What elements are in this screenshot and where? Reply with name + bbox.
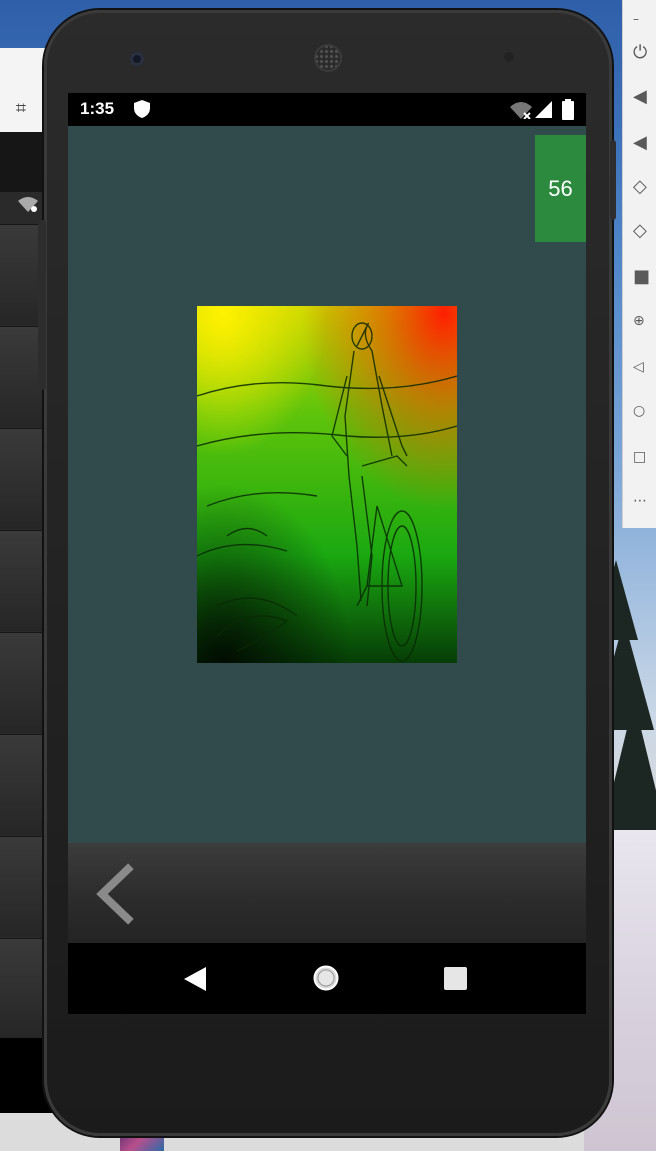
counter-value: 56 — [548, 175, 573, 201]
volume-down-icon[interactable]: ◀ — [633, 130, 656, 156]
rotate-right-icon[interactable]: ◇ — [633, 218, 656, 244]
overview-icon[interactable]: □ — [633, 444, 656, 470]
crop-icon[interactable]: ⌗ — [10, 98, 32, 120]
chevron-left-icon[interactable] — [90, 863, 138, 925]
power-icon[interactable]: ⏻ — [633, 40, 656, 66]
signal-icon — [535, 101, 552, 118]
rotate-left-icon[interactable]: ◇ — [633, 174, 656, 200]
status-time: 1:35 — [80, 99, 115, 118]
phone-power-button — [610, 140, 616, 220]
phone-sensor — [504, 52, 514, 62]
phone-speaker — [314, 44, 342, 72]
cyclist-artwork-image[interactable] — [197, 306, 457, 663]
wifi-off-icon — [18, 196, 38, 216]
bottom-toolbar — [68, 843, 586, 943]
home-icon[interactable]: ○ — [633, 398, 656, 424]
zoom-icon[interactable]: ⊕ — [633, 308, 656, 334]
navigation-bar — [68, 943, 586, 1014]
battery-icon — [562, 99, 574, 120]
phone-screen: 1:35 56 — [68, 93, 586, 1014]
nav-back-icon[interactable] — [184, 967, 208, 991]
camera-icon[interactable]: ■ — [633, 264, 656, 290]
front-camera — [130, 52, 144, 66]
minimize-icon[interactable]: – — [633, 6, 656, 32]
phone-side-button — [38, 220, 46, 390]
back-icon[interactable]: ◁ — [633, 354, 656, 380]
shield-icon — [134, 100, 150, 118]
nav-recents-icon[interactable] — [444, 967, 467, 990]
counter-badge[interactable]: 56 — [535, 135, 586, 242]
volume-up-icon[interactable]: ◀ — [633, 84, 656, 110]
main-content: 56 — [68, 126, 586, 843]
nav-home-icon[interactable] — [313, 965, 339, 991]
emulator-toolbar: – ⏻ ◀ ◀ ◇ ◇ ■ ⊕ ◁ ○ □ ⋯ — [622, 0, 656, 528]
more-icon[interactable]: ⋯ — [633, 488, 656, 514]
status-bar: 1:35 — [68, 93, 586, 126]
wifi-off-icon — [510, 102, 532, 119]
